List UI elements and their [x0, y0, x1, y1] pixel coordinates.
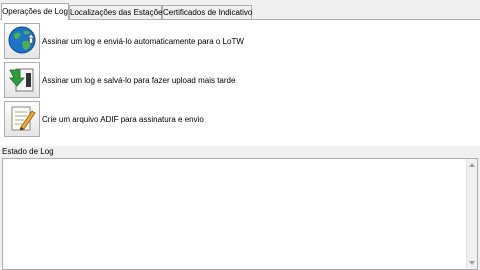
globe-upload-icon [7, 25, 37, 57]
sign-and-upload-button[interactable] [4, 23, 40, 59]
scroll-up-icon[interactable] [469, 163, 475, 167]
action-sign-and-upload: Assinar um log e enviá-lo automaticament… [4, 22, 244, 60]
action-create-adif: Crie um arquivo ADIF para assinatura e e… [4, 100, 204, 138]
action-sign-and-save: Assinar um log e salvá-lo para fazer upl… [4, 61, 235, 99]
tab-bar: Operações de Log Localizações das Estaçõ… [0, 3, 480, 20]
create-adif-button[interactable] [4, 101, 40, 137]
sign-and-save-button[interactable] [4, 62, 40, 98]
log-status-textarea[interactable] [2, 158, 478, 270]
scroll-down-icon[interactable] [469, 261, 475, 265]
notepad-pencil-icon [7, 103, 37, 135]
tab-log-operations[interactable]: Operações de Log [1, 3, 69, 20]
sign-and-save-label: Assinar um log e salvá-lo para fazer upl… [42, 75, 236, 85]
log-status-title: Estado de Log [2, 147, 54, 156]
create-adif-label: Crie um arquivo ADIF para assinatura e e… [42, 114, 204, 124]
tab-callsign-certificates-label: Certificados de Indicativo [163, 8, 253, 17]
tab-log-operations-label: Operações de Log [2, 7, 68, 16]
sign-and-upload-label: Assinar um log e enviá-lo automaticament… [42, 36, 244, 46]
log-operations-panel: Assinar um log e enviá-lo automaticament… [0, 20, 480, 146]
save-file-icon [7, 64, 37, 96]
tab-station-locations-label: Localizações das Estações [70, 8, 167, 17]
log-status-scrollbar[interactable] [466, 159, 477, 269]
tab-callsign-certificates[interactable]: Certificados de Indicativo [162, 5, 252, 19]
tab-station-locations[interactable]: Localizações das Estações [69, 5, 167, 19]
